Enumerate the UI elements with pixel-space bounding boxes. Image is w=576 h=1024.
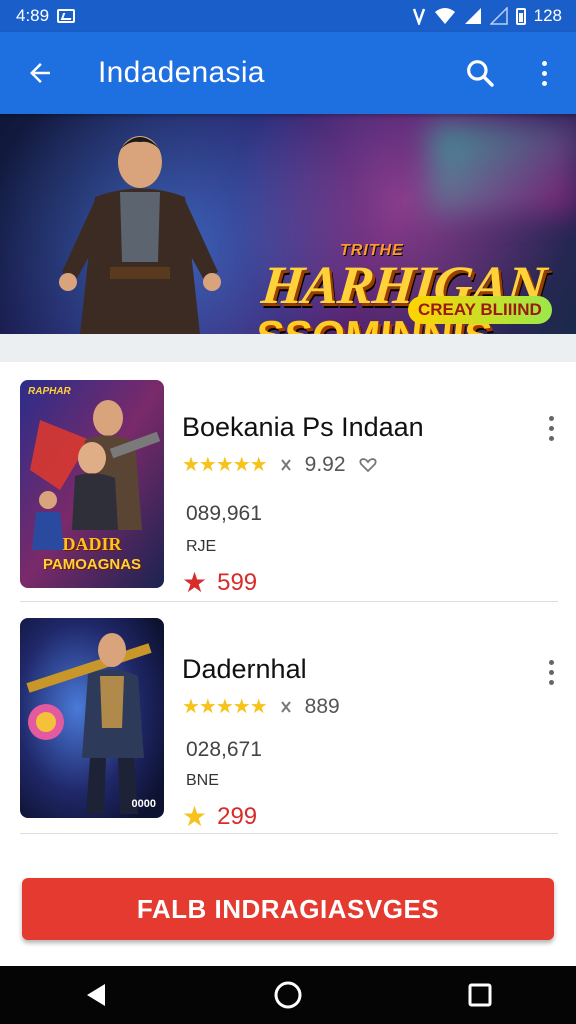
- app-size: RJE: [186, 538, 217, 555]
- back-triangle-icon: [87, 984, 105, 1006]
- back-arrow-icon: [30, 63, 50, 83]
- page-title: Indadenasia: [98, 56, 265, 89]
- back-button[interactable]: [0, 32, 80, 114]
- rating-value: 9.92: [304, 452, 346, 476]
- app-thumbnail[interactable]: RAPHAR DADIR PAMOAGNAS: [20, 380, 164, 588]
- battery-text: 128: [533, 6, 562, 25]
- signal-icon: [464, 8, 481, 24]
- system-nav-bar: [0, 966, 576, 1024]
- nav-recents-button[interactable]: [440, 966, 520, 1024]
- app-name[interactable]: Boekania Ps Indaan: [182, 412, 424, 443]
- overflow-menu-button[interactable]: [512, 32, 576, 114]
- app-name[interactable]: Dadernhal: [182, 654, 307, 685]
- item-more-button[interactable]: [549, 660, 554, 685]
- rating-value: 889: [304, 694, 340, 718]
- app-list: RAPHAR DADIR PAMOAGNAS Boekania Ps Indaa…: [0, 334, 576, 864]
- rating-row: ★★★★★ 9.92: [182, 452, 378, 477]
- rating-row: ★★★★★ 889: [182, 694, 340, 719]
- rating-stars: ★★★★★: [182, 696, 268, 718]
- app-thumbnail[interactable]: 0000: [20, 618, 164, 818]
- banner-glow: [430, 124, 576, 214]
- battery-icon: [515, 7, 526, 25]
- rating-info-icon: [280, 700, 291, 713]
- cta-container: FALB INDRAGIASVGES: [0, 864, 576, 966]
- wifi-icon: [434, 8, 455, 24]
- signal-icon: [489, 7, 508, 25]
- thumbnail-badge: 0000: [131, 798, 156, 810]
- price-star-icon: ★: [182, 801, 208, 832]
- thumbnail-badge: RAPHAR: [28, 386, 71, 397]
- banner-badge: CREAY BLIIIND: [408, 296, 552, 324]
- thumbnail-title-top: DADIR: [62, 534, 122, 554]
- thumbnail-title-bottom: PAMOAGNAS: [42, 556, 142, 573]
- nav-back-button[interactable]: [56, 966, 136, 1024]
- status-time: 4:89: [16, 6, 50, 25]
- thumbnail-art: [20, 618, 164, 818]
- more-vert-icon: [541, 60, 547, 86]
- item-more-button[interactable]: [549, 416, 554, 441]
- list-card: RAPHAR DADIR PAMOAGNAS Boekania Ps Indaa…: [0, 362, 576, 864]
- search-icon: [467, 60, 494, 87]
- vibrate-icon: [412, 8, 425, 25]
- primary-action-button[interactable]: FALB INDRAGIASVGES: [22, 878, 554, 940]
- search-button[interactable]: [448, 32, 512, 114]
- download-count: 028,671: [186, 738, 262, 761]
- price-value: 299: [217, 802, 258, 830]
- recents-square-icon: [468, 983, 492, 1007]
- price-row: ★ 599: [182, 566, 257, 599]
- app-bar: Indadenasia: [0, 32, 576, 114]
- price-value: 599: [217, 568, 258, 596]
- notification-icon: [57, 9, 76, 23]
- rating-stars: ★★★★★: [182, 454, 268, 476]
- price-row: ★ 299: [182, 800, 257, 833]
- nav-home-button[interactable]: [248, 966, 328, 1024]
- heart-icon: [358, 457, 377, 472]
- rating-info-icon: [280, 458, 291, 471]
- banner-hero-illustration: [59, 136, 221, 334]
- download-count: 089,961: [186, 502, 262, 525]
- home-circle-icon: [274, 981, 302, 1009]
- list-item[interactable]: RAPHAR DADIR PAMOAGNAS Boekania Ps Indaa…: [20, 362, 558, 602]
- app-size: BNE: [186, 772, 219, 789]
- status-bar: 4:89 128: [0, 0, 576, 32]
- price-star-icon: ★: [182, 567, 208, 598]
- list-item[interactable]: 0000 Dadernhal ★★★★★ 889 028,671 BNE ★ 2…: [20, 602, 558, 834]
